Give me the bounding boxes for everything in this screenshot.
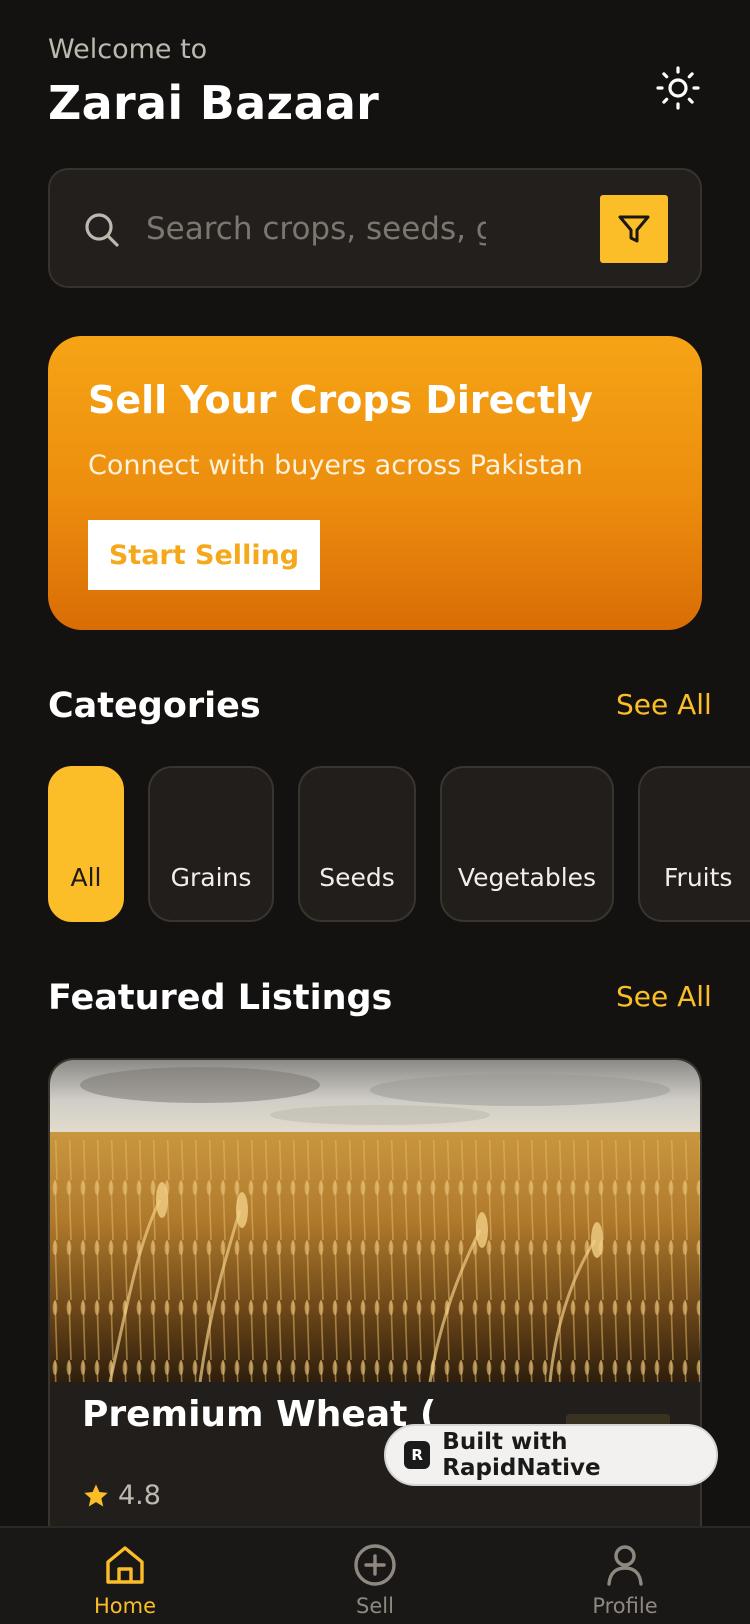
nav-label: Home: [93, 1594, 156, 1618]
category-chip-label: Fruits: [664, 863, 733, 892]
listing-image: [50, 1060, 700, 1382]
sell-banner: Sell Your Crops Directly Connect with bu…: [48, 336, 702, 630]
nav-label: Profile: [592, 1594, 658, 1618]
filter-button[interactable]: [600, 195, 668, 263]
category-chip-vegetables[interactable]: Vegetables: [440, 766, 614, 922]
listing-rating: 4.8: [82, 1480, 161, 1511]
listing-title: Premium Wheat (: [82, 1394, 437, 1435]
welcome-text: Welcome to: [48, 34, 208, 65]
category-chip-grains[interactable]: Grains: [148, 766, 274, 922]
category-chip-label: Vegetables: [457, 863, 597, 892]
theme-toggle-button[interactable]: [650, 60, 706, 116]
rapidnative-logo-icon: R: [404, 1441, 431, 1469]
category-chip-label: Seeds: [319, 863, 395, 892]
app-title: Zarai Bazaar: [48, 76, 380, 130]
plus-circle-icon: [354, 1544, 396, 1586]
sun-icon: [656, 66, 700, 110]
search-bar: [48, 168, 702, 288]
category-chip-all[interactable]: All: [48, 766, 124, 922]
featured-title: Featured Listings: [48, 978, 393, 1018]
home-icon: [106, 1546, 144, 1584]
nav-tab-home[interactable]: Home: [45, 1542, 205, 1618]
categories-see-all-link[interactable]: See All: [616, 688, 712, 721]
category-chip-seeds[interactable]: Seeds: [298, 766, 416, 922]
rating-value: 4.8: [118, 1480, 161, 1511]
category-chip-label: All: [70, 863, 102, 892]
banner-subtitle: Connect with buyers across Pakistan: [88, 450, 583, 481]
start-selling-button[interactable]: Start Selling: [88, 520, 320, 590]
badge-label: Built with RapidNative: [442, 1429, 601, 1481]
star-icon: [84, 1483, 108, 1506]
built-with-badge[interactable]: R Built with RapidNative: [384, 1424, 718, 1486]
category-chip-label: Grains: [170, 863, 252, 892]
bottom-navigation: Home Sell Profile: [0, 1526, 750, 1624]
nav-tab-profile[interactable]: Profile: [545, 1542, 705, 1618]
search-icon: [85, 213, 119, 247]
banner-title: Sell Your Crops Directly: [88, 378, 593, 422]
nav-tab-sell[interactable]: Sell: [295, 1542, 455, 1618]
categories-title: Categories: [48, 686, 261, 726]
user-icon: [607, 1545, 643, 1586]
filter-icon: [618, 215, 650, 243]
search-input[interactable]: [146, 200, 486, 258]
featured-see-all-link[interactable]: See All: [616, 980, 712, 1013]
category-chip-fruits[interactable]: Fruits: [638, 766, 750, 922]
nav-label: Sell: [356, 1594, 394, 1618]
